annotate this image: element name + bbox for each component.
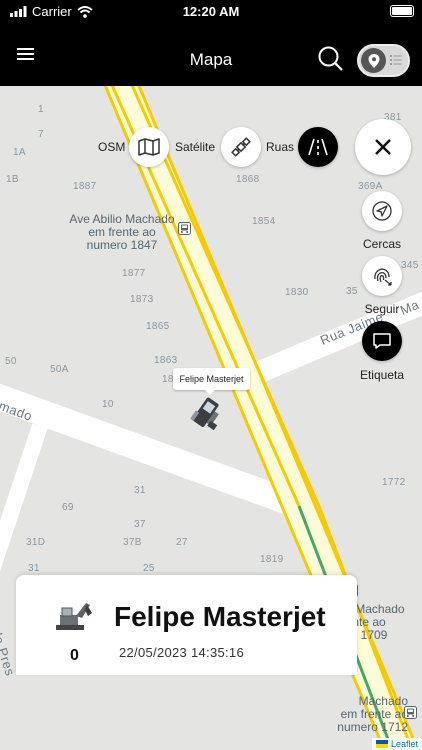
house-number: 37	[134, 519, 146, 530]
close-button[interactable]	[355, 119, 411, 175]
house-number: 35	[346, 286, 358, 297]
house-number: 345	[401, 260, 419, 271]
house-number: 31	[134, 485, 146, 496]
map-list-toggle[interactable]	[357, 44, 410, 77]
house-number: 50A	[50, 364, 69, 375]
ukraine-flag-icon	[375, 740, 388, 748]
excavator-icon[interactable]	[188, 394, 228, 434]
vehicle-timestamp: 22/05/2023 14:35:16	[119, 645, 244, 660]
house-number: 1877	[122, 268, 146, 279]
house-number: 31D	[26, 537, 46, 548]
layer-label-osm[interactable]: OSM	[98, 140, 125, 154]
fences-label: Cercas	[362, 237, 401, 251]
house-number: 27	[176, 537, 188, 548]
follow-label: Seguir	[364, 302, 400, 316]
house-number: 1819	[260, 554, 284, 565]
search-icon[interactable]	[316, 44, 346, 74]
satellite-icon	[231, 137, 251, 157]
house-number: 1A	[13, 147, 26, 158]
map-attribution[interactable]: Leaflet	[371, 738, 422, 750]
excavator-icon	[56, 603, 92, 630]
house-number: 25	[143, 563, 155, 574]
map-icon	[138, 138, 160, 156]
status-bar: Carrier 12:20 AM	[0, 0, 422, 24]
house-number: 69	[62, 502, 74, 513]
house-number: 1873	[130, 294, 154, 305]
house-number: 1854	[252, 216, 276, 227]
bus-stop-label: Ave Abilio Machado em frente ao numero 184…	[69, 212, 175, 252]
bus-stop-icon[interactable]	[178, 222, 191, 235]
house-number: 1772	[382, 477, 406, 488]
attribution-link[interactable]: Leaflet	[391, 739, 418, 749]
layer-label-streets[interactable]: Ruas	[266, 140, 294, 154]
house-number: 1830	[285, 287, 309, 298]
house-number: 1887	[73, 181, 97, 192]
navigation-arrow-icon	[372, 201, 392, 221]
house-number: 1863	[154, 355, 178, 366]
fences-button[interactable]	[362, 191, 402, 231]
layer-label-satellite[interactable]: Satélite	[175, 140, 215, 154]
close-icon	[375, 139, 391, 155]
vehicle-info-card[interactable]: Felipe Masterjet 0 22/05/2023 14:35:16	[16, 575, 357, 675]
fingerprint-icon	[374, 268, 392, 286]
bus-stop-icon[interactable]	[404, 706, 417, 719]
house-number: 37B	[123, 537, 142, 548]
house-number: 31	[28, 563, 40, 574]
list-icon	[390, 55, 402, 65]
house-number: 1	[38, 104, 44, 115]
road-icon	[308, 138, 328, 156]
label-action-label: Etiqueta	[359, 368, 405, 382]
app-header: Mapa	[0, 24, 422, 86]
vehicle-tooltip: Felipe Masterjet	[173, 368, 250, 395]
map-pin-icon	[361, 48, 386, 73]
house-number: 50	[5, 356, 17, 367]
message-icon	[373, 333, 391, 349]
battery-icon	[390, 5, 414, 17]
satellite-layer-button[interactable]	[221, 127, 261, 167]
house-number: 1868	[236, 174, 260, 185]
osm-layer-button[interactable]	[129, 127, 169, 167]
house-number: 1B	[6, 174, 19, 185]
house-number: 7	[38, 129, 44, 140]
house-number: 18	[162, 374, 174, 385]
streets-layer-button[interactable]	[298, 127, 338, 167]
follow-button[interactable]	[362, 256, 402, 296]
house-number: 1865	[146, 321, 170, 332]
bus-stop-label: Machado em frente ao numero 1712	[337, 694, 408, 734]
vehicle-count: 0	[70, 647, 79, 664]
house-number: 10	[102, 399, 114, 410]
status-time: 12:20 AM	[182, 4, 240, 19]
label-button[interactable]	[362, 321, 402, 361]
vehicle-name: Felipe Masterjet	[114, 601, 326, 632]
